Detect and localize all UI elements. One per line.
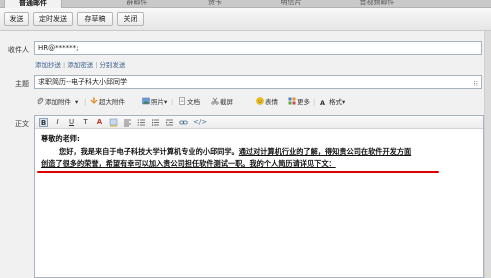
photo-label: 照片 xyxy=(151,98,164,106)
body-line2-underlined: 创造了很多的荣誉，希望有幸可以加入贵公司担任软件测试一职。我的个人简历请详见下文… xyxy=(41,159,336,168)
numbered-list-icon[interactable] xyxy=(137,118,146,127)
compose-form: 收件人 HR@******; 添加抄送 | 添加密送 | 分别发送 主题 求职简历--电… xyxy=(0,31,491,278)
more-button[interactable]: 更多 xyxy=(288,95,310,109)
right-scroll-strip[interactable] xyxy=(484,31,491,278)
subject-label: 主题 xyxy=(15,80,29,88)
body-line1-plain: 您好，我是来自于电子科技大学计算机专业的小邱同学。 xyxy=(59,146,239,156)
body-label: 正文 xyxy=(15,120,29,128)
to-label: 收件人 xyxy=(8,46,29,54)
large-attachment-button[interactable]: 超大附件 xyxy=(90,95,125,109)
add-attachment-button[interactable]: 添加附件 xyxy=(36,95,71,109)
red-annotation-underline xyxy=(37,171,439,173)
to-field[interactable]: HR@******; xyxy=(34,41,482,55)
align-left-icon[interactable] xyxy=(123,118,132,127)
highlight-icon[interactable] xyxy=(109,118,118,127)
source-code-button[interactable]: </> xyxy=(193,118,207,127)
add-bcc-link[interactable]: 添加密送 xyxy=(67,61,93,69)
bullet-list-icon[interactable] xyxy=(151,118,160,127)
large-attachment-icon xyxy=(90,96,98,104)
add-attachment-label: 添加附件 xyxy=(45,98,71,106)
screenshot-label: 截屏 xyxy=(220,98,233,106)
bold-button[interactable]: B xyxy=(39,118,48,127)
tab-normal-mail[interactable]: 普通邮件 xyxy=(4,0,62,8)
paperclip-icon xyxy=(36,96,44,105)
document-icon xyxy=(178,96,186,105)
add-cc-link[interactable]: 添加抄送 xyxy=(35,61,61,69)
chevron-down-icon[interactable]: ▾ xyxy=(164,95,167,109)
scissors-icon xyxy=(211,96,219,105)
close-button[interactable]: 关闭 xyxy=(117,12,144,26)
body-paragraph: 您好，我是来自于电子科技大学计算机专业的小邱同学。通过对计算机行业的了解，得知贵… xyxy=(41,146,481,159)
format-a-icon: A xyxy=(320,99,326,107)
format-button[interactable]: A 格式▾ xyxy=(320,95,345,109)
body-line1-underlined: 通过对计算机行业的了解，得知贵公司在软件开发方面 xyxy=(238,146,412,156)
text-color-button[interactable]: A xyxy=(95,118,104,127)
more-label: 更多 xyxy=(297,98,310,106)
body-editor[interactable]: B I U T A </> 尊敬的老师: 您好，我是来自于电子科技大学计算机专业… xyxy=(34,115,484,278)
toolbar-divider: | xyxy=(313,98,316,106)
underline-button[interactable]: U xyxy=(67,118,76,127)
screenshot-button[interactable]: 截屏 xyxy=(211,95,233,109)
save-draft-button[interactable]: 存草稿 xyxy=(77,12,113,26)
document-label: 文档 xyxy=(187,98,200,106)
photo-icon xyxy=(142,96,150,105)
compose-tab-bar: 普通邮件 群邮件 贺卡 明信片 音视频邮件 xyxy=(0,0,491,8)
emoji-label: 表情 xyxy=(265,98,278,106)
toolbar-divider: | xyxy=(84,98,87,106)
tab-audio-video-mail[interactable]: 音视频邮件 xyxy=(342,0,412,8)
scheduled-send-button[interactable]: 定时发送 xyxy=(33,12,73,26)
tab-greeting-card[interactable]: 贺卡 xyxy=(190,0,240,8)
greeting-text: 尊敬的老师: xyxy=(41,134,80,143)
font-size-button[interactable]: T xyxy=(81,118,90,127)
indent-icon[interactable] xyxy=(165,118,174,127)
subject-options-icon[interactable]: ⁝⁝ xyxy=(474,78,478,90)
subject-value: 求职简历--电子科大小邱同学 xyxy=(38,78,128,86)
emoji-button[interactable]: 表情 xyxy=(256,95,278,109)
link-icon[interactable] xyxy=(179,118,188,127)
email-body-text: 尊敬的老师: 您好，我是来自于电子科技大学计算机专业的小邱同学。通过对计算机行业… xyxy=(41,133,481,171)
document-button[interactable]: 文档 xyxy=(178,95,200,109)
format-toolbar: B I U T A </> xyxy=(35,116,483,129)
subject-field[interactable]: 求职简历--电子科大小邱同学 ⁝⁝ xyxy=(34,75,482,89)
large-attachment-label: 超大附件 xyxy=(99,98,125,106)
toolbar-divider: | xyxy=(171,98,174,106)
separate-send-link[interactable]: 分别发送 xyxy=(99,61,125,69)
format-label: 格式 xyxy=(329,98,342,106)
smiley-icon xyxy=(256,96,264,105)
recipient-links: 添加抄送 | 添加密送 | 分别发送 xyxy=(35,61,126,69)
italic-button[interactable]: I xyxy=(53,118,62,127)
chevron-down-icon: ▾ xyxy=(342,98,346,106)
tab-group-mail[interactable]: 群邮件 xyxy=(107,0,167,8)
photo-button[interactable]: 照片 xyxy=(142,95,164,109)
insert-toolbar: 添加附件 ▾ | 超大附件 照片 ▾ | 文档 截屏 表情 更多 | A 格式▾ xyxy=(30,95,490,109)
send-button[interactable]: 发送 xyxy=(4,12,29,26)
action-bar: 发送 定时发送 存草稿 关闭 xyxy=(0,8,491,31)
chevron-down-icon[interactable]: ▾ xyxy=(75,95,78,109)
more-grid-icon xyxy=(288,96,296,105)
tab-postcard[interactable]: 明信片 xyxy=(263,0,319,8)
